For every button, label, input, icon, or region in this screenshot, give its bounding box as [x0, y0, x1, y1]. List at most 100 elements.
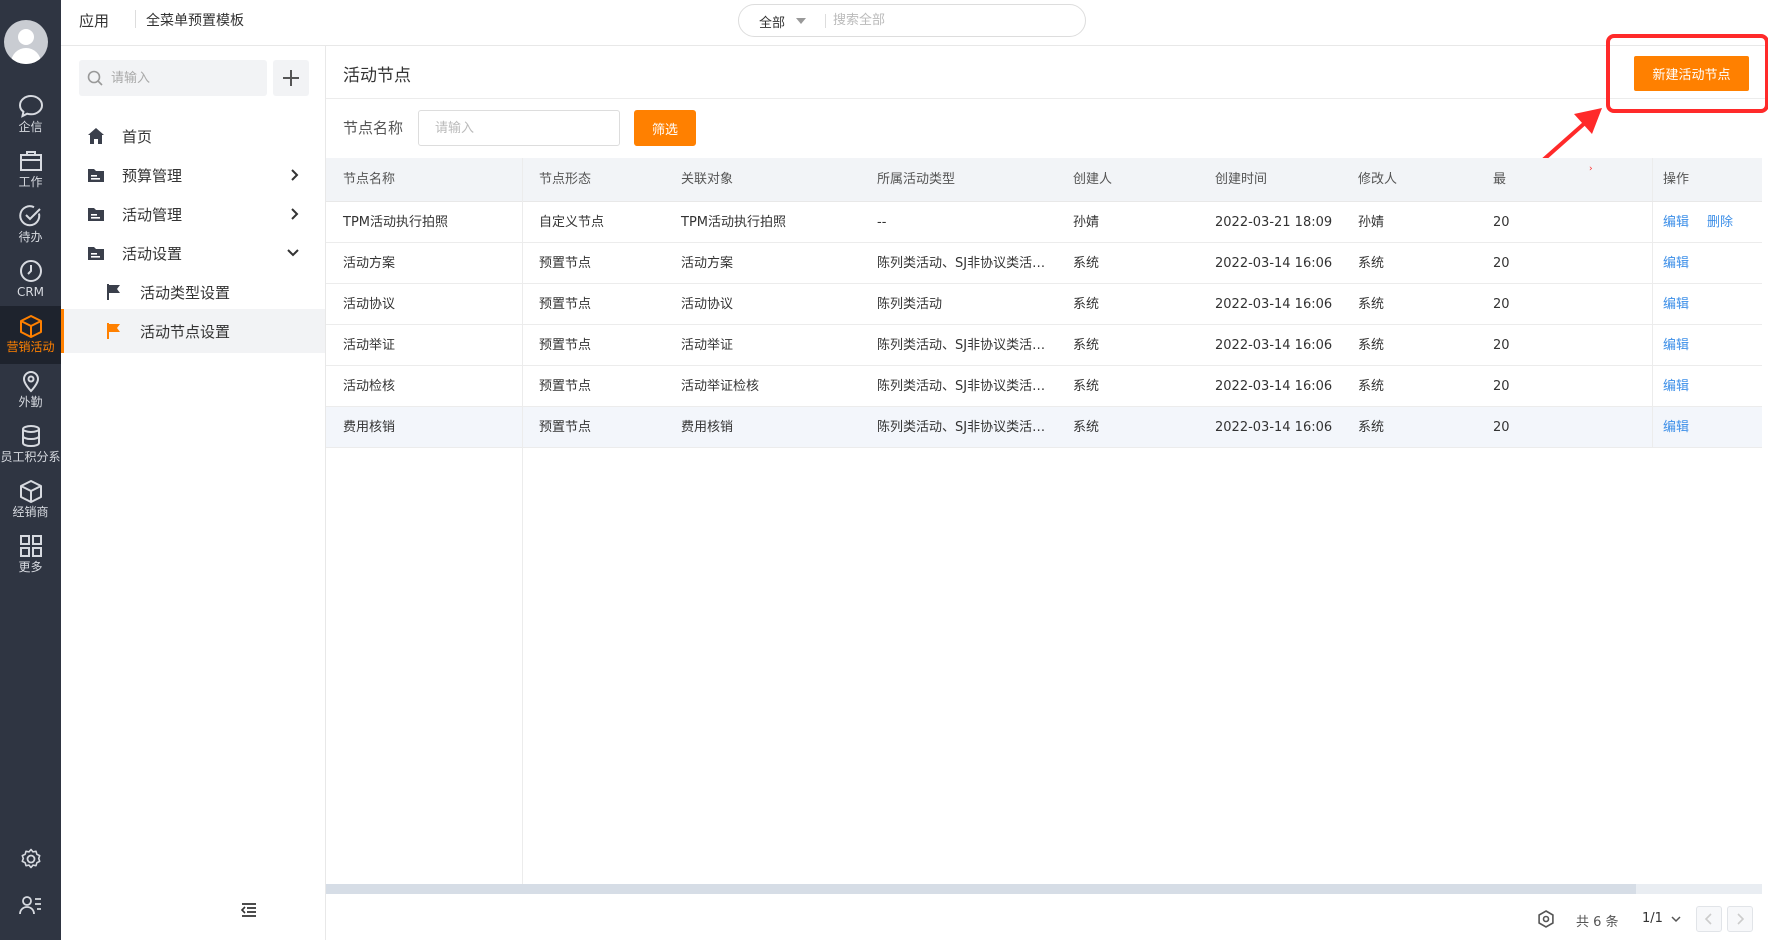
table-cell-name: 活动检核 [343, 379, 396, 394]
sidebar-item-activity-type-settings[interactable]: 活动类型设置 [61, 270, 325, 314]
edit-link[interactable]: 编辑 [1663, 215, 1689, 230]
search-input[interactable] [833, 10, 1073, 30]
column-header[interactable]: 修改人 [1341, 158, 1484, 202]
rail-user[interactable] [0, 884, 61, 924]
table-row[interactable]: 活动方案 预置节点 活动方案 陈列类活动、SJ非协议类活动-... 系统 2022-03-… [326, 243, 1762, 284]
sidebar-search-input[interactable] [111, 68, 261, 88]
rail-label: 企信 [18, 120, 43, 134]
table-cell-ops: 编辑 [1652, 325, 1762, 365]
table-cell-last: 20 [1493, 420, 1510, 435]
table-cell-name: 活动方案 [343, 256, 396, 271]
chevron-right-icon [291, 169, 299, 181]
sidebar-search [79, 60, 267, 96]
table-cell-object: 活动举证检核 [681, 379, 760, 394]
table-row[interactable]: 活动协议 预置节点 活动协议 陈列类活动 系统 2022-03-14 16:06 系统 20 编… [326, 284, 1762, 325]
chat-icon [18, 94, 43, 118]
rail-item-todo[interactable]: 待办 [0, 196, 61, 254]
template-label[interactable]: 全菜单预置模板 [146, 10, 244, 30]
table-cell-last: 20 [1493, 379, 1510, 394]
rail-item-more[interactable]: 更多 [0, 526, 61, 584]
sidebar-item-label: 活动节点设置 [140, 323, 231, 341]
table-cell-last: 20 [1493, 297, 1510, 312]
rail-settings[interactable] [0, 838, 61, 878]
table-cell-form: 预置节点 [539, 379, 592, 394]
rail-item-work[interactable]: 工作 [0, 141, 61, 199]
collapse-menu-icon[interactable] [241, 903, 257, 917]
table-row[interactable]: TPM活动执行拍照 自定义节点 TPM活动执行拍照 -- 孙婧 2022-03-21 18… [326, 202, 1762, 243]
table-settings-icon[interactable] [1537, 910, 1555, 928]
search-divider [825, 14, 826, 28]
column-header[interactable]: 创建时间 [1198, 158, 1341, 202]
sidebar-item-activity-mgmt[interactable]: 活动管理 [61, 192, 325, 236]
sidebar-item-label: 活动类型设置 [140, 284, 231, 302]
table-cell-ops: 编辑 [1652, 243, 1762, 283]
total-count: 共 6 条 [1576, 915, 1619, 930]
chevron-down-icon[interactable] [1671, 916, 1681, 923]
table-cell-name: 费用核销 [343, 420, 396, 435]
edit-link[interactable]: 编辑 [1663, 420, 1689, 435]
table-header: 节点名称 节点形态 关联对象 所属活动类型 创建人 创建时间 修改人 最 › 操… [326, 158, 1762, 202]
table-cell-object: 活动举证 [681, 338, 734, 353]
user-list-icon [18, 896, 41, 915]
rail-item-field[interactable]: 外勤 [0, 361, 61, 419]
column-header[interactable]: 节点名称 [326, 158, 522, 202]
sidebar-item-activity-settings[interactable]: 活动设置 [61, 231, 325, 275]
sidebar-item-home[interactable]: 首页 [61, 114, 325, 158]
rail-label: 外勤 [18, 395, 43, 409]
next-page-button[interactable] [1727, 906, 1753, 932]
column-header[interactable]: 最 [1484, 158, 1544, 202]
column-header[interactable]: 关联对象 [664, 158, 860, 202]
table-cell-created: 2022-03-21 18:09 [1215, 215, 1333, 230]
table-cell-modifier: 系统 [1358, 297, 1385, 312]
rail-item-points[interactable]: 员工积分系 [0, 416, 61, 474]
table-cell-object: 活动方案 [681, 256, 734, 271]
check-circle-icon [18, 205, 41, 227]
prev-page-button[interactable] [1696, 906, 1722, 932]
table-cell-ops: 编辑 [1652, 366, 1762, 406]
table-row[interactable]: 费用核销 预置节点 费用核销 陈列类活动、SJ非协议类活动-... 系统 2022-03-… [326, 407, 1762, 448]
global-search: 全部 [738, 4, 1086, 37]
edit-link[interactable]: 编辑 [1663, 256, 1689, 271]
table-cell-name: TPM活动执行拍照 [343, 215, 448, 230]
column-header-ops: 操作 [1652, 158, 1762, 201]
page-select[interactable]: 1/1 [1642, 911, 1663, 926]
node-name-filter-input[interactable] [418, 110, 620, 146]
search-scope-select[interactable]: 全部 [759, 12, 785, 31]
folder-icon [88, 169, 104, 182]
rail-item-marketing[interactable]: 营销活动 [0, 306, 61, 364]
briefcase-icon [19, 151, 42, 171]
sidebar-item-budget[interactable]: 预算管理 [61, 153, 325, 197]
table-cell-last: 20 [1493, 215, 1510, 230]
table-cell-type: 陈列类活动、SJ非协议类活动-... [877, 379, 1056, 394]
delete-link[interactable]: 删除 [1707, 215, 1733, 230]
avatar[interactable] [4, 20, 48, 64]
edit-link[interactable]: 编辑 [1663, 338, 1689, 353]
flag-icon [107, 323, 120, 339]
filter-label: 节点名称 [343, 119, 404, 137]
horizontal-scrollbar[interactable] [326, 884, 1762, 894]
edit-link[interactable]: 编辑 [1663, 379, 1689, 394]
settings-gear-icon [21, 848, 40, 869]
flag-icon [107, 284, 120, 300]
chevron-right-icon [291, 208, 299, 220]
rail-item-qixin[interactable]: 企信 [0, 86, 61, 144]
rail-item-dealer[interactable]: 经销商 [0, 471, 61, 529]
column-header[interactable]: 创建人 [1056, 158, 1198, 202]
rail-item-crm[interactable]: CRM [0, 251, 61, 309]
scrollbar-thumb[interactable] [326, 884, 1636, 894]
table-cell-modifier: 孙婧 [1358, 215, 1385, 230]
table-cell-ops: 编辑 [1652, 284, 1762, 324]
sidebar: 首页 预算管理 活动管理 活动设置 活动类型设置 活动节点设置 [61, 46, 326, 940]
app-label[interactable]: 应用 [79, 10, 109, 31]
table-row[interactable]: 活动举证 预置节点 活动举证 陈列类活动、SJ非协议类活动-... 系统 2022-03-… [326, 325, 1762, 366]
table-row[interactable]: 活动检核 预置节点 活动举证检核 陈列类活动、SJ非协议类活动-... 系统 2022-0… [326, 366, 1762, 407]
sidebar-item-activity-node-settings[interactable]: 活动节点设置 [61, 309, 325, 353]
add-menu-button[interactable] [273, 60, 309, 96]
table-cell-type: 陈列类活动、SJ非协议类活动-... [877, 420, 1056, 435]
edit-link[interactable]: 编辑 [1663, 297, 1689, 312]
column-header[interactable]: 所属活动类型 [860, 158, 1056, 202]
filter-button[interactable]: 筛选 [634, 110, 696, 146]
rail-label: 待办 [18, 230, 43, 244]
column-header[interactable]: 节点形态 [522, 158, 664, 202]
caret-down-icon[interactable] [796, 18, 806, 24]
